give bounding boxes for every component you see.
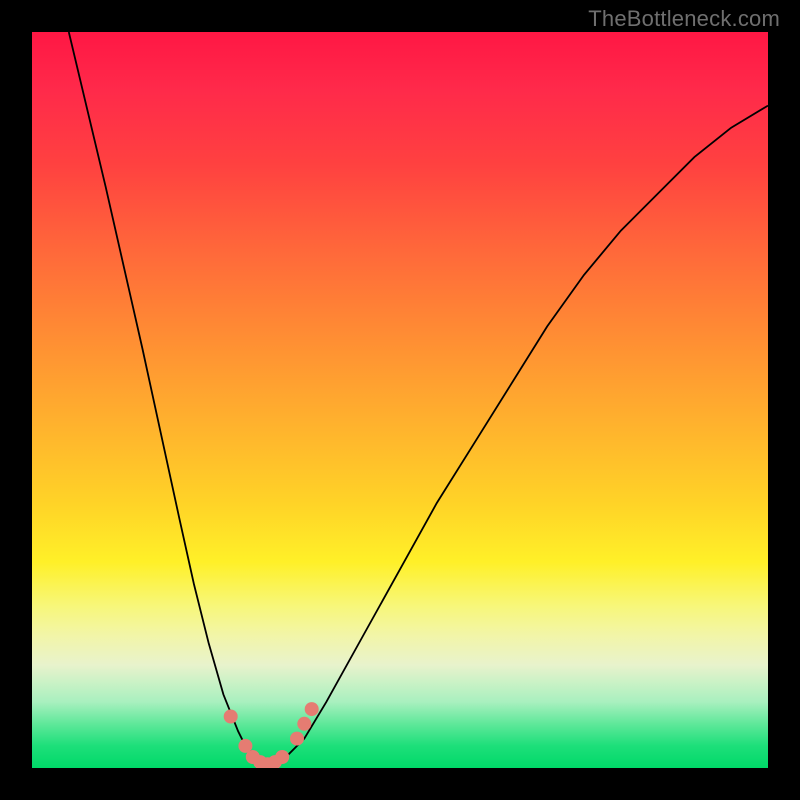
bottleneck-curve <box>32 32 768 768</box>
marker-dot <box>290 732 304 746</box>
marker-dot <box>275 750 289 764</box>
watermark-text: TheBottleneck.com <box>588 6 780 32</box>
curve-path <box>69 32 768 764</box>
chart-frame: TheBottleneck.com <box>0 0 800 800</box>
chart-plot-area <box>32 32 768 768</box>
marker-dot <box>297 717 311 731</box>
marker-dot <box>305 702 319 716</box>
marker-dot <box>224 710 238 724</box>
marker-group <box>224 702 319 768</box>
